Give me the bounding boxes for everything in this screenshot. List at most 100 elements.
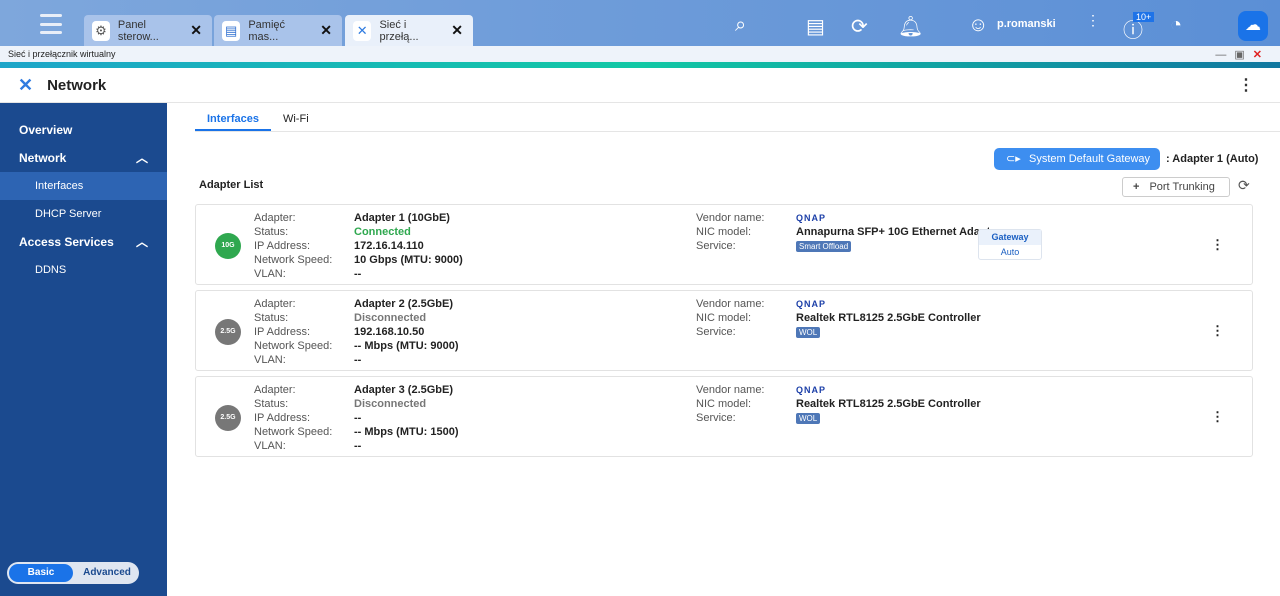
- adapter-card[interactable]: 2.5G Adapter: Status: IP Address: Network S…: [195, 290, 1253, 371]
- sidebar-item-dhcp-server[interactable]: DHCP Server: [0, 200, 167, 228]
- advanced-mode[interactable]: Advanced: [75, 562, 139, 584]
- label: NIC model:: [696, 226, 752, 238]
- ethernet-port-icon: 10G: [215, 233, 241, 259]
- app-header: ✕ Network ⋮: [0, 68, 1280, 103]
- adapter-list-title: Adapter List: [199, 179, 264, 191]
- username[interactable]: p.romanski: [997, 18, 1056, 30]
- vendor-logo: QNAP: [796, 213, 827, 223]
- label: Status:: [254, 226, 289, 238]
- nic-model: Realtek RTL8125 2.5GbE Controller: [796, 312, 981, 324]
- label: Service:: [696, 412, 736, 424]
- tab-label: Pamięć mas...: [248, 18, 286, 43]
- refresh-icon[interactable]: ⟳: [1238, 177, 1250, 194]
- tab-label: Sieć i przełą...: [379, 18, 419, 43]
- sidebar-item-ddns[interactable]: DDNS: [0, 256, 167, 284]
- gateway-mode: Auto: [1000, 247, 1020, 257]
- ip-address: --: [354, 412, 362, 424]
- network-icon: ✕: [353, 20, 372, 41]
- sidebar-item-access-services[interactable]: Access Services ︿: [0, 228, 167, 256]
- sidebar-item-network[interactable]: Network ︿: [0, 144, 167, 172]
- label: Network Speed:: [254, 426, 333, 438]
- label: Overview: [19, 123, 73, 137]
- tab-network[interactable]: ✕ Sieć i przełą... ✕: [345, 15, 473, 46]
- basic-mode[interactable]: Basic: [9, 564, 73, 582]
- close-icon[interactable]: ✕: [320, 22, 332, 39]
- content-tabs: Interfaces Wi-Fi: [195, 103, 1280, 132]
- main-menu-icon[interactable]: [40, 14, 62, 34]
- more-options-icon[interactable]: ⋮: [1211, 409, 1224, 425]
- nic-model: Annapurna SFP+ 10G Ethernet Adapter: [796, 226, 1001, 238]
- vlan: --: [354, 354, 362, 366]
- gateway-badge: Gateway Auto: [978, 229, 1042, 260]
- label: DHCP Server: [35, 208, 102, 220]
- label: Status:: [254, 312, 289, 324]
- status: Disconnected: [354, 312, 427, 324]
- tab-label: Panel sterow...: [117, 18, 159, 43]
- dashboard-icon[interactable]: ◔: [1170, 14, 1182, 37]
- label: Service:: [696, 326, 736, 338]
- service-tag: Smart Offload: [796, 241, 852, 252]
- system-default-gateway-button[interactable]: ⊂▸ System Default Gateway: [994, 148, 1160, 170]
- status: Connected: [354, 226, 411, 238]
- tasks-icon[interactable]: ▤: [806, 14, 825, 39]
- network-speed: -- Mbps (MTU: 9000): [354, 340, 459, 352]
- vendor-logo: QNAP: [796, 385, 827, 395]
- label: DDNS: [35, 264, 67, 276]
- label: Access Services: [19, 235, 114, 249]
- more-options-icon[interactable]: ⋮: [1211, 237, 1224, 253]
- window-title: Sieć i przełącznik wirtualny: [8, 49, 116, 59]
- port-trunking-button[interactable]: + Port Trunking: [1122, 177, 1230, 197]
- bell-icon[interactable]: 🔔︎: [898, 14, 923, 39]
- label: Network Speed:: [254, 340, 333, 352]
- ethernet-port-icon: 2.5G: [215, 405, 241, 431]
- more-options-icon[interactable]: ⋮: [1238, 75, 1254, 95]
- more-icon[interactable]: ⋮: [1086, 12, 1100, 29]
- close-icon[interactable]: ✕: [190, 22, 202, 39]
- gateway-label: Gateway: [979, 230, 1041, 245]
- sync-icon[interactable]: ⟳: [851, 14, 868, 39]
- label: Vendor name:: [696, 298, 765, 310]
- sidebar-item-interfaces[interactable]: Interfaces: [0, 172, 167, 200]
- label: Network: [19, 151, 67, 165]
- label: IP Address:: [254, 326, 311, 338]
- gear-icon: ⚙: [92, 20, 110, 41]
- adapter-name: Adapter 3 (2.5GbE): [354, 384, 454, 396]
- tab-storage[interactable]: ▤ Pamięć mas... ✕: [214, 15, 342, 46]
- plus-icon: +: [1133, 181, 1140, 193]
- label: Port Trunking: [1149, 181, 1215, 193]
- label: Network Speed:: [254, 254, 333, 266]
- notification-badge: 10+: [1133, 12, 1155, 22]
- nic-model: Realtek RTL8125 2.5GbE Controller: [796, 398, 981, 410]
- label: Service:: [696, 240, 736, 252]
- storage-icon: ▤: [222, 20, 241, 41]
- tab-interfaces[interactable]: Interfaces: [195, 103, 271, 131]
- sidebar: Overview Network ︿ Interfaces DHCP Server…: [0, 103, 167, 596]
- search-icon[interactable]: ⌕: [735, 14, 746, 37]
- window-titlebar: Sieć i przełącznik wirtualny —▣✕: [0, 46, 1280, 62]
- tab-control-panel[interactable]: ⚙ Panel sterow... ✕: [84, 15, 212, 46]
- user-icon[interactable]: ☺: [968, 14, 988, 37]
- label: Adapter:: [254, 212, 296, 224]
- adapter-card[interactable]: 10G Adapter: Status: IP Address: Network Sp…: [195, 204, 1253, 285]
- label: Vendor name:: [696, 212, 765, 224]
- taskbar: ⚙ Panel sterow... ✕ ▤ Pamięć mas... ✕ ✕ Sieć …: [0, 0, 1280, 46]
- cloud-icon[interactable]: ☁: [1238, 11, 1268, 41]
- vlan: --: [354, 268, 362, 280]
- mode-toggle[interactable]: Basic Advanced: [7, 562, 139, 584]
- label: IP Address:: [254, 240, 311, 252]
- more-options-icon[interactable]: ⋮: [1211, 323, 1224, 339]
- label: Adapter:: [254, 298, 296, 310]
- close-window-icon[interactable]: ✕: [1253, 49, 1270, 61]
- network-speed: 10 Gbps (MTU: 9000): [354, 254, 463, 266]
- minimize-icon[interactable]: —: [1215, 49, 1234, 61]
- chevron-up-icon: ︿: [135, 151, 148, 165]
- sidebar-item-overview[interactable]: Overview: [0, 116, 167, 144]
- chevron-up-icon: ︿: [135, 235, 148, 249]
- network-icon: ✕: [18, 74, 34, 95]
- tab-wifi[interactable]: Wi-Fi: [271, 103, 321, 131]
- label: Adapter:: [254, 384, 296, 396]
- maximize-icon[interactable]: ▣: [1234, 49, 1252, 61]
- close-icon[interactable]: ✕: [451, 22, 463, 39]
- adapter-card[interactable]: 2.5G Adapter: Status: IP Address: Network S…: [195, 376, 1253, 457]
- app-title: Network: [47, 76, 107, 94]
